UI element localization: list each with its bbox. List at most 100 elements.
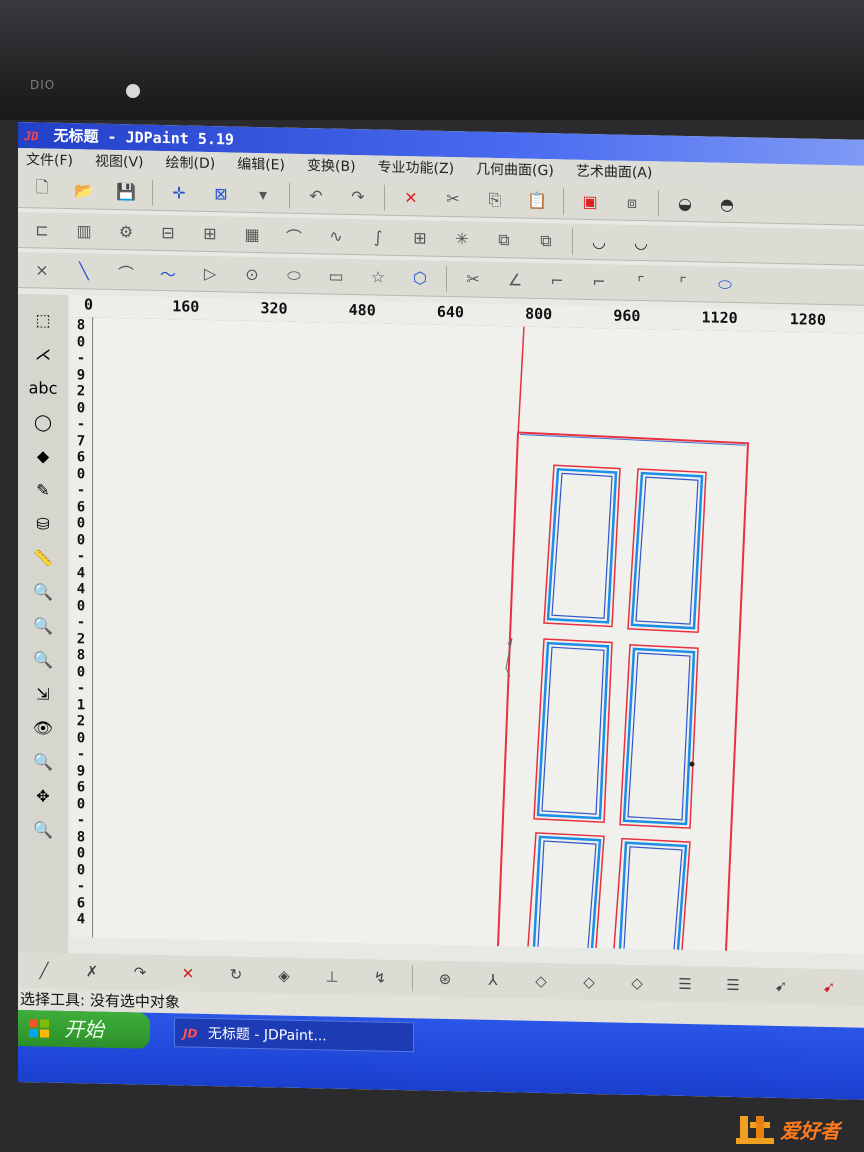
ruler-tick-label: 0 bbox=[76, 729, 86, 746]
curve-points-icon[interactable]: ⌒ bbox=[278, 221, 310, 250]
taskbar-item-jdpaint[interactable]: JD 无标题 - JDPaint... bbox=[174, 1017, 414, 1053]
frame-double-icon[interactable]: ⊞ bbox=[194, 219, 226, 248]
bowl-dark-icon[interactable]: ◡ bbox=[625, 228, 657, 257]
zoom-out-icon[interactable]: 🔍 bbox=[27, 612, 59, 639]
pan-icon[interactable]: ✥ bbox=[27, 782, 59, 809]
wave-icon[interactable]: ∿ bbox=[320, 222, 352, 251]
pen-icon[interactable]: ✎ bbox=[27, 476, 59, 503]
diamond-icon[interactable]: ◈ bbox=[268, 963, 300, 988]
gear-shape-icon[interactable]: ⚙ bbox=[110, 217, 142, 246]
crosshair-select-icon[interactable]: ✛ bbox=[163, 179, 195, 208]
spiral-icon[interactable]: ∫ bbox=[362, 223, 394, 252]
delete-icon[interactable]: ✕ bbox=[395, 183, 427, 212]
chamfer-icon[interactable]: ⌐ bbox=[583, 267, 615, 296]
menu-view[interactable]: 视图(V) bbox=[95, 150, 144, 175]
eye-icon[interactable]: 👁 bbox=[27, 714, 59, 741]
menu-pro-functions[interactable]: 专业功能(Z) bbox=[378, 156, 455, 182]
align-grid-icon[interactable]: ▥ bbox=[68, 217, 100, 246]
copy-icon[interactable]: ⎘ bbox=[479, 185, 511, 214]
shape-circle-icon[interactable]: ◯ bbox=[27, 408, 59, 435]
iso-view2-icon[interactable]: ◇ bbox=[573, 970, 605, 995]
rotate-icon[interactable]: ↻ bbox=[220, 962, 252, 987]
polygon-icon[interactable]: ⬡ bbox=[404, 264, 436, 293]
bowl-icon[interactable]: ◡ bbox=[583, 227, 615, 256]
menu-transform[interactable]: 变换(B) bbox=[307, 154, 356, 179]
angle-icon[interactable]: ∠ bbox=[499, 266, 531, 295]
door-outline-left bbox=[497, 432, 519, 947]
zoom-real-icon[interactable]: 🔍 bbox=[27, 816, 59, 843]
drawing-canvas[interactable] bbox=[94, 317, 864, 954]
perpendicular-icon[interactable]: ⊥ bbox=[316, 964, 348, 989]
scissors-icon[interactable]: ✂ bbox=[457, 265, 489, 294]
redo-icon[interactable]: ↷ bbox=[342, 182, 374, 211]
layer-stack-icon[interactable]: ☰ bbox=[669, 972, 701, 997]
pointer-x-icon[interactable]: ➹ bbox=[813, 975, 845, 1000]
ellipse-icon[interactable]: ⬭ bbox=[278, 261, 310, 290]
menu-art-surface[interactable]: 艺术曲面(A) bbox=[576, 160, 653, 186]
duplicate-icon[interactable]: ⧉ bbox=[530, 226, 562, 255]
copy-frame-icon[interactable]: ⧉ bbox=[488, 225, 520, 254]
start-button[interactable]: 开始 bbox=[18, 1010, 150, 1049]
zoom-all-icon[interactable]: ⇲ bbox=[27, 680, 59, 707]
layer-view-icon[interactable]: ▣ bbox=[574, 187, 606, 216]
fillet-icon[interactable]: ⌜ bbox=[625, 268, 657, 297]
measure-icon[interactable]: 📏 bbox=[27, 544, 59, 571]
line-icon[interactable]: ╲ bbox=[68, 257, 100, 286]
menu-edit[interactable]: 编辑(E) bbox=[237, 153, 285, 178]
layer-stack2-icon[interactable]: ☰ bbox=[717, 973, 749, 998]
menu-draw[interactable]: 绘制(D) bbox=[166, 151, 216, 176]
iso-view-icon[interactable]: ◇ bbox=[525, 969, 557, 994]
node-edit-icon[interactable]: ⋌ bbox=[27, 340, 59, 367]
axis-icon[interactable]: ⅄ bbox=[477, 968, 509, 993]
fill-icon[interactable]: ◆ bbox=[27, 442, 59, 469]
text-abc-icon[interactable]: abc bbox=[27, 374, 59, 401]
ruler-tick-label: - bbox=[76, 680, 86, 697]
triangle-icon[interactable]: ▷ bbox=[194, 259, 226, 288]
corner-icon[interactable]: ⌐ bbox=[541, 266, 573, 295]
app-logo-icon: JD bbox=[24, 129, 39, 144]
point-icon[interactable]: × bbox=[26, 256, 58, 285]
zoom-window-icon[interactable]: 🔍 bbox=[27, 578, 59, 605]
cut-icon[interactable]: ✂ bbox=[437, 184, 469, 213]
cube-view-icon[interactable]: ⧈ bbox=[616, 188, 648, 217]
save-icon[interactable]: 💾 bbox=[110, 177, 142, 206]
arc-icon[interactable]: ⌒ bbox=[110, 257, 142, 286]
break-icon[interactable]: ↯ bbox=[364, 965, 396, 990]
marquee-icon[interactable]: ⬚ bbox=[27, 306, 59, 333]
box-select-icon[interactable]: ⊠ bbox=[205, 179, 237, 208]
iso-view3-icon[interactable]: ◇ bbox=[621, 971, 653, 996]
pointer-plus-icon[interactable]: ➹ bbox=[765, 974, 797, 999]
paste-icon[interactable]: 📋 bbox=[521, 186, 553, 215]
align-left-icon[interactable]: ⊏ bbox=[26, 216, 58, 245]
open-folder-icon[interactable]: 📂 bbox=[68, 177, 100, 206]
undo-icon[interactable]: ↶ bbox=[300, 181, 332, 210]
bucket-icon[interactable]: ⛁ bbox=[27, 510, 59, 537]
new-file-icon[interactable]: 🗋 bbox=[26, 176, 58, 205]
slot-icon[interactable]: ⬭ bbox=[709, 270, 741, 299]
menu-file[interactable]: 文件(F) bbox=[26, 148, 73, 173]
trim-icon[interactable]: ✗ bbox=[76, 959, 108, 984]
line-tool-icon[interactable]: ╱ bbox=[28, 958, 60, 983]
zoom-prev-icon[interactable]: 🔍 bbox=[27, 748, 59, 775]
dome-dark-view-icon[interactable]: ◓ bbox=[711, 190, 743, 219]
door-drawing bbox=[497, 326, 750, 951]
star-grid-icon[interactable]: ✳ bbox=[446, 224, 478, 253]
frame-icon[interactable]: ⊟ bbox=[152, 218, 184, 247]
hatch-icon[interactable]: ▦ bbox=[236, 220, 268, 249]
zoom-in-icon[interactable]: 🔍 bbox=[27, 646, 59, 673]
guide-line bbox=[517, 326, 525, 437]
dropdown-arrow-icon[interactable]: ▾ bbox=[247, 180, 279, 209]
star-icon[interactable]: ☆ bbox=[362, 263, 394, 292]
circle-icon[interactable]: ⊙ bbox=[236, 260, 268, 289]
offset-icon[interactable]: ⌜ bbox=[667, 269, 699, 298]
join-icon[interactable]: ⊛ bbox=[429, 967, 461, 992]
ruler-tick-label: 8 bbox=[76, 647, 86, 664]
menu-geometric-surface[interactable]: 几何曲面(G) bbox=[476, 158, 554, 184]
rectangle-icon[interactable]: ▭ bbox=[320, 262, 352, 291]
extend-icon[interactable]: ↷ bbox=[124, 960, 156, 985]
cross-icon[interactable]: ✕ bbox=[172, 961, 204, 986]
ruler-tick-label: 0 bbox=[76, 465, 86, 482]
grid-box-icon[interactable]: ⊞ bbox=[404, 224, 436, 253]
polyline-icon[interactable]: 〜 bbox=[152, 258, 184, 287]
dome-view-icon[interactable]: ◒ bbox=[669, 189, 701, 218]
